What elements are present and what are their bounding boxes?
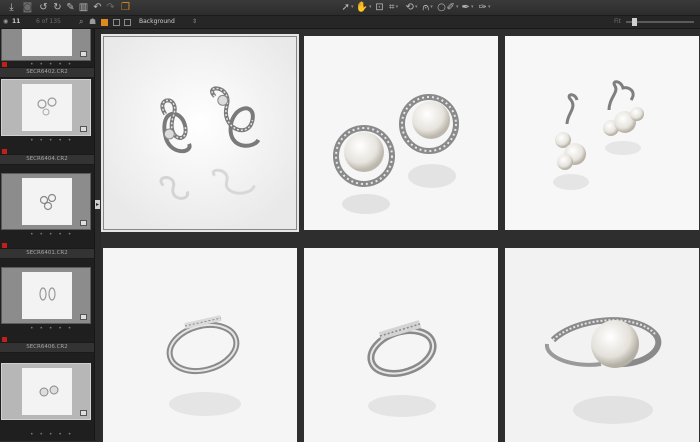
thumbnail-label: SECR6404.CR2 bbox=[0, 154, 94, 165]
thumbnail-image bbox=[22, 178, 72, 225]
rating-dots[interactable]: • • • • • bbox=[30, 325, 73, 332]
user-icon[interactable]: ☗ bbox=[89, 16, 96, 28]
viewer-icon[interactable] bbox=[124, 16, 131, 28]
rating-dots[interactable]: • • • • • bbox=[30, 137, 73, 144]
brush-icon[interactable]: ✐ ▾ bbox=[446, 1, 459, 14]
thumbnail-label: SECR6401.CR2 bbox=[0, 248, 94, 259]
badge-icon bbox=[80, 314, 87, 320]
thumbnail-image bbox=[22, 368, 72, 415]
zoom-slider-thumb[interactable] bbox=[632, 18, 637, 26]
thumbnail-frame[interactable] bbox=[1, 29, 91, 61]
camera-icon[interactable]: ◙ bbox=[21, 1, 34, 14]
zoom-slider[interactable] bbox=[626, 16, 694, 28]
chevron-down-icon[interactable]: ⇕ bbox=[192, 16, 197, 28]
fit-label: Fit bbox=[614, 18, 622, 25]
keystone-icon[interactable]: ⩀ ▾ bbox=[421, 1, 434, 14]
pearl-ring-image[interactable] bbox=[505, 248, 699, 442]
redo-icon[interactable]: ↷ bbox=[104, 1, 117, 14]
badge-icon bbox=[80, 410, 87, 416]
thumbnail-frame[interactable] bbox=[1, 173, 91, 230]
search-icon[interactable]: ⌕ bbox=[79, 16, 83, 28]
list-view-icon[interactable] bbox=[113, 16, 120, 28]
rotate-right-icon[interactable]: ↻ bbox=[51, 1, 64, 14]
infinity-earrings-image[interactable] bbox=[101, 34, 299, 232]
collection-count: 11 bbox=[12, 18, 21, 25]
viewer-grid bbox=[100, 29, 700, 442]
pearl-stud-earrings-image[interactable] bbox=[304, 36, 498, 230]
thumbnail-image bbox=[22, 84, 72, 131]
pearl-drop-earrings-image[interactable] bbox=[505, 36, 699, 230]
import-icon[interactable]: ⤓ bbox=[5, 1, 18, 14]
image-range: 6 of 135 bbox=[36, 18, 61, 25]
main-toolbar: ⤓ ◙ ↺ ↻ ✎ ▥ ↶ ↷ ❐ ➚ ▾ ✋ ▾ ⊡ ⌗ ▾ ⟲ ▾ ⩀ ▾ ○ ✐ ▾ … bbox=[0, 0, 700, 16]
thumbnail-image bbox=[22, 272, 72, 319]
erase-icon[interactable]: ✑ ▾ bbox=[478, 1, 491, 14]
thumbnail-label: SECR6402.CR2 bbox=[0, 67, 94, 78]
browser-subbar: ◉ 11 6 of 135 ⌕ ☗ Background ⇕ Fit bbox=[0, 16, 700, 29]
rating-dots[interactable]: • • • • • bbox=[30, 231, 73, 238]
eye-icon[interactable]: ◉ bbox=[3, 16, 8, 28]
diamond-band-ring-image[interactable] bbox=[103, 248, 297, 442]
rating-dots[interactable]: • • • • • bbox=[30, 431, 73, 438]
edit-icon[interactable]: ✎ bbox=[64, 1, 77, 14]
badge-icon bbox=[80, 220, 87, 226]
loupe-icon[interactable]: ⊡ bbox=[373, 1, 386, 14]
straighten-icon[interactable]: ⟲ ▾ bbox=[405, 1, 418, 14]
crop-icon[interactable]: ⌗ ▾ bbox=[387, 1, 400, 14]
thumbnail-image bbox=[22, 29, 72, 56]
thumbnail-frame[interactable] bbox=[1, 267, 91, 324]
filmstrip: • • • • • SECR6402.CR2 • • • • • SECR640… bbox=[0, 29, 94, 441]
pave-ring-image[interactable] bbox=[304, 248, 498, 442]
thumbnail-frame[interactable] bbox=[1, 79, 91, 136]
thumbnail-frame[interactable] bbox=[1, 363, 91, 420]
rotate-left-icon[interactable]: ↺ bbox=[37, 1, 50, 14]
pan-hand-icon[interactable]: ✋ ▾ bbox=[356, 1, 372, 14]
undo-icon[interactable]: ↶ bbox=[91, 1, 104, 14]
picker-icon[interactable]: ✒ ▾ bbox=[461, 1, 474, 14]
grid-view-icon[interactable] bbox=[101, 16, 108, 28]
trash-icon[interactable]: ▥ bbox=[77, 1, 90, 14]
thumbnail-label: SECR6406.CR2 bbox=[0, 342, 94, 353]
badge-icon bbox=[80, 51, 87, 57]
stack-icon[interactable]: ❐ bbox=[119, 1, 132, 14]
background-select[interactable]: Background bbox=[139, 16, 175, 28]
cursor-icon[interactable]: ➚ ▾ bbox=[341, 1, 354, 14]
badge-icon bbox=[80, 126, 87, 132]
